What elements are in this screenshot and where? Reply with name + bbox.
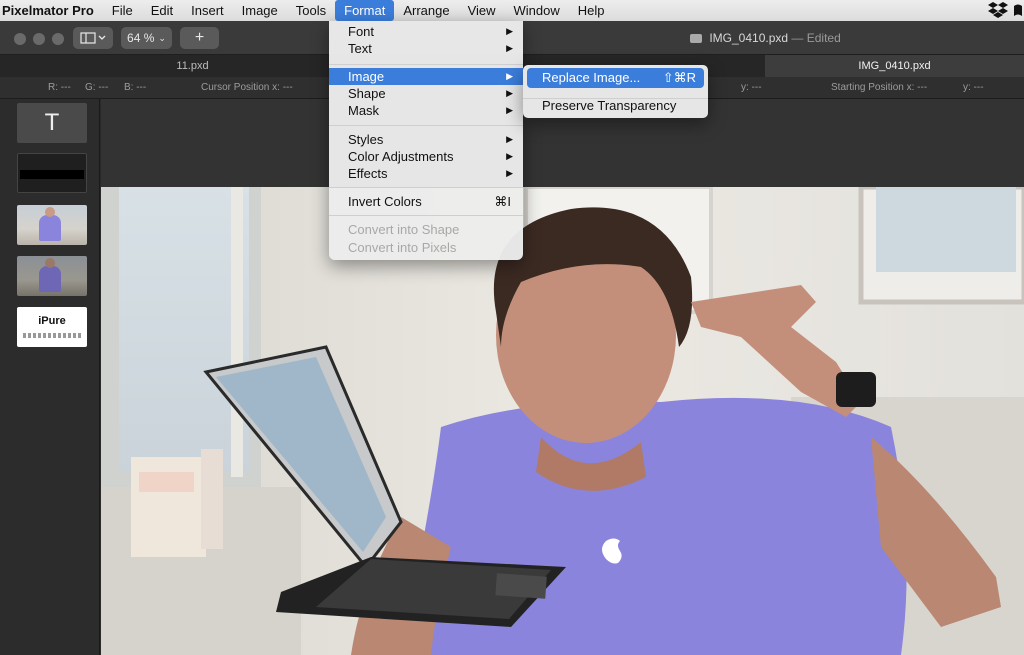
- triangle-right-icon: ▶: [506, 168, 513, 178]
- zoom-select[interactable]: 64 % ⌄: [121, 27, 172, 49]
- menu-item-image[interactable]: Image ▶: [329, 68, 523, 85]
- menu-item-label: Effects: [348, 166, 388, 181]
- triangle-right-icon: ▶: [506, 88, 513, 98]
- menu-item-label: Color Adjustments: [348, 149, 454, 164]
- photo-image: [101, 187, 1024, 655]
- menu-separator: [329, 215, 523, 216]
- layer-shape[interactable]: [17, 153, 87, 193]
- layer-ipure[interactable]: iPure: [17, 307, 87, 347]
- image-canvas[interactable]: [101, 187, 1024, 655]
- zoom-window-button[interactable]: [52, 33, 64, 45]
- document-status: — Edited: [791, 31, 841, 45]
- menu-help[interactable]: Help: [569, 0, 614, 21]
- menu-item-label: Invert Colors: [348, 194, 422, 209]
- menu-insert[interactable]: Insert: [182, 0, 233, 21]
- tab-11-pxd[interactable]: 11.pxd: [0, 55, 385, 77]
- menu-item-label: Mask: [348, 103, 380, 118]
- menu-item-label: Styles: [348, 132, 384, 147]
- menu-item-text[interactable]: Text ▶: [329, 40, 523, 57]
- triangle-right-icon: ▶: [506, 134, 513, 144]
- menu-item-shortcut: ⇧⌘R: [662, 70, 696, 85]
- menu-item-styles[interactable]: Styles ▶: [329, 131, 523, 148]
- menu-arrange[interactable]: Arrange: [394, 0, 458, 21]
- menu-format[interactable]: Format: [335, 0, 395, 21]
- layers-sidebar: T iPure: [0, 99, 100, 655]
- menu-edit[interactable]: Edit: [142, 0, 182, 21]
- menu-item-effects[interactable]: Effects ▶: [329, 165, 523, 182]
- thumb-head: [45, 258, 55, 268]
- layer-text[interactable]: T: [17, 103, 87, 143]
- menu-item-convert-into-pixels: Convert into Pixels: [329, 239, 523, 256]
- cursor-x: Cursor Position x: ---: [201, 82, 293, 93]
- menu-separator: [329, 125, 523, 126]
- thumb-person: [39, 266, 61, 292]
- menu-item-label: Replace Image...: [542, 70, 641, 85]
- cursor-y: y: ---: [741, 82, 762, 93]
- triangle-right-icon: ▶: [506, 26, 513, 36]
- menu-item-label: Image: [348, 69, 385, 84]
- close-window-button[interactable]: [14, 33, 26, 45]
- ipure-caption: [23, 333, 81, 338]
- minimize-window-button[interactable]: [33, 33, 45, 45]
- menu-separator: [329, 64, 523, 65]
- menu-item-label: Font: [348, 24, 375, 39]
- ipure-logo: iPure: [38, 315, 66, 327]
- menu-item-label: Convert into Pixels: [348, 240, 457, 255]
- layer-photo-1[interactable]: [17, 205, 87, 245]
- menu-item-label: Shape: [348, 86, 386, 101]
- menu-item-invert-colors[interactable]: Invert Colors ⌘I: [329, 193, 523, 210]
- menu-item-shortcut: ⌘I: [494, 194, 511, 209]
- image-submenu: Replace Image... ⇧⌘R Preserve Transparenc…: [523, 65, 708, 118]
- thumb-head: [45, 207, 55, 217]
- starting-y: y: ---: [963, 82, 984, 93]
- menu-file[interactable]: File: [103, 0, 142, 21]
- chevron-down-icon: ⌄: [158, 32, 166, 43]
- menu-item-mask[interactable]: Mask ▶: [329, 102, 523, 119]
- triangle-right-icon: ▶: [506, 71, 513, 81]
- red-value: R: ---: [48, 82, 71, 93]
- menu-item-convert-into-shape: Convert into Shape: [329, 221, 523, 238]
- menu-item-preserve-transparency[interactable]: Preserve Transparency: [527, 96, 704, 116]
- menu-app-name[interactable]: Pixelmator Pro: [0, 0, 103, 21]
- menu-item-label: Text: [348, 41, 372, 56]
- menu-item-font[interactable]: Font ▶: [329, 23, 523, 40]
- menu-separator: [329, 187, 523, 188]
- menu-item-label: Preserve Transparency: [542, 98, 677, 113]
- thumb-person: [39, 215, 61, 241]
- sidebar-icon: [80, 32, 106, 44]
- tab-img-0410[interactable]: IMG_0410.pxd: [765, 55, 1024, 77]
- zoom-value: 64 %: [127, 31, 155, 45]
- view-mode-button[interactable]: [73, 27, 113, 49]
- menu-item-replace-image[interactable]: Replace Image... ⇧⌘R: [527, 68, 704, 88]
- add-button[interactable]: +: [180, 27, 219, 49]
- format-menu: Font ▶ Text ▶ Image ▶ Shape ▶ Mask ▶ Styles ▶ …: [329, 21, 523, 260]
- dropbox-icon[interactable]: [984, 2, 1024, 19]
- menu-window[interactable]: Window: [505, 0, 569, 21]
- menu-item-shape[interactable]: Shape ▶: [329, 85, 523, 102]
- menu-view[interactable]: View: [459, 0, 505, 21]
- starting-x: Starting Position x: ---: [831, 82, 928, 93]
- triangle-right-icon: ▶: [506, 43, 513, 53]
- menu-bar: Pixelmator Pro File Edit Insert Image To…: [0, 0, 1024, 21]
- document-icon: [690, 34, 702, 43]
- green-value: G: ---: [85, 82, 109, 93]
- menu-tools[interactable]: Tools: [287, 0, 335, 21]
- layer-photo-2[interactable]: [17, 256, 87, 296]
- document-title: IMG_0410.pxd — Edited: [690, 31, 841, 45]
- menu-item-color-adjustments[interactable]: Color Adjustments ▶: [329, 148, 523, 165]
- menu-image[interactable]: Image: [233, 0, 287, 21]
- blue-value: B: ---: [124, 82, 147, 93]
- triangle-right-icon: ▶: [506, 151, 513, 161]
- triangle-right-icon: ▶: [506, 105, 513, 115]
- menu-item-label: Convert into Shape: [348, 222, 460, 237]
- document-name: IMG_0410.pxd: [709, 31, 789, 45]
- shape-bar: [20, 170, 84, 179]
